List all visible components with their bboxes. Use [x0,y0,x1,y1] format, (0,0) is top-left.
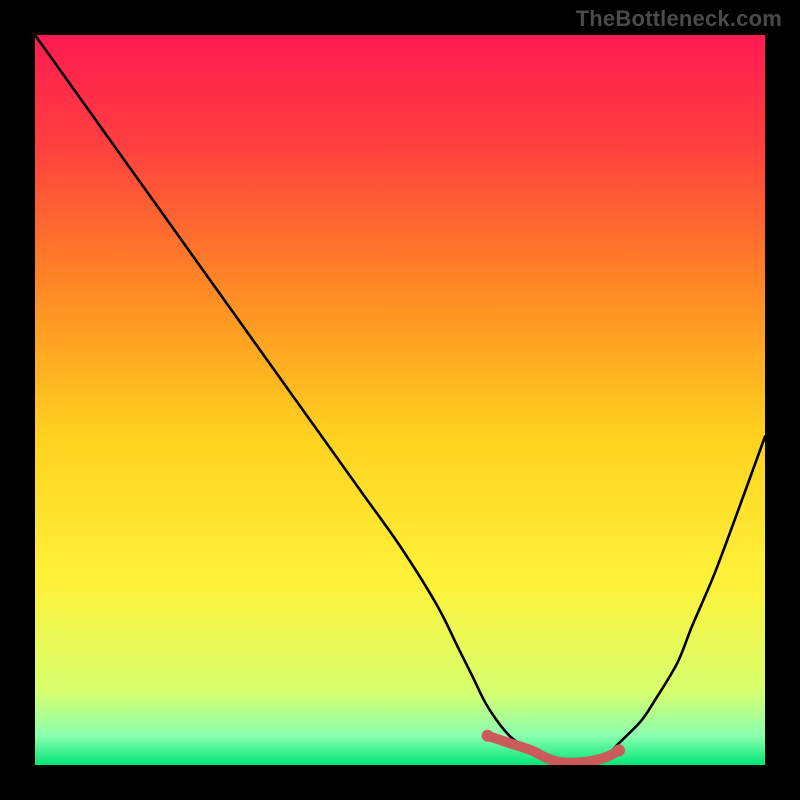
chart-svg [35,35,765,765]
chart-plot-area [35,35,765,765]
highlight-dot-left [482,730,494,742]
highlight-dot-right [613,744,625,756]
watermark-text: TheBottleneck.com [576,6,782,32]
plot-background [35,35,765,765]
